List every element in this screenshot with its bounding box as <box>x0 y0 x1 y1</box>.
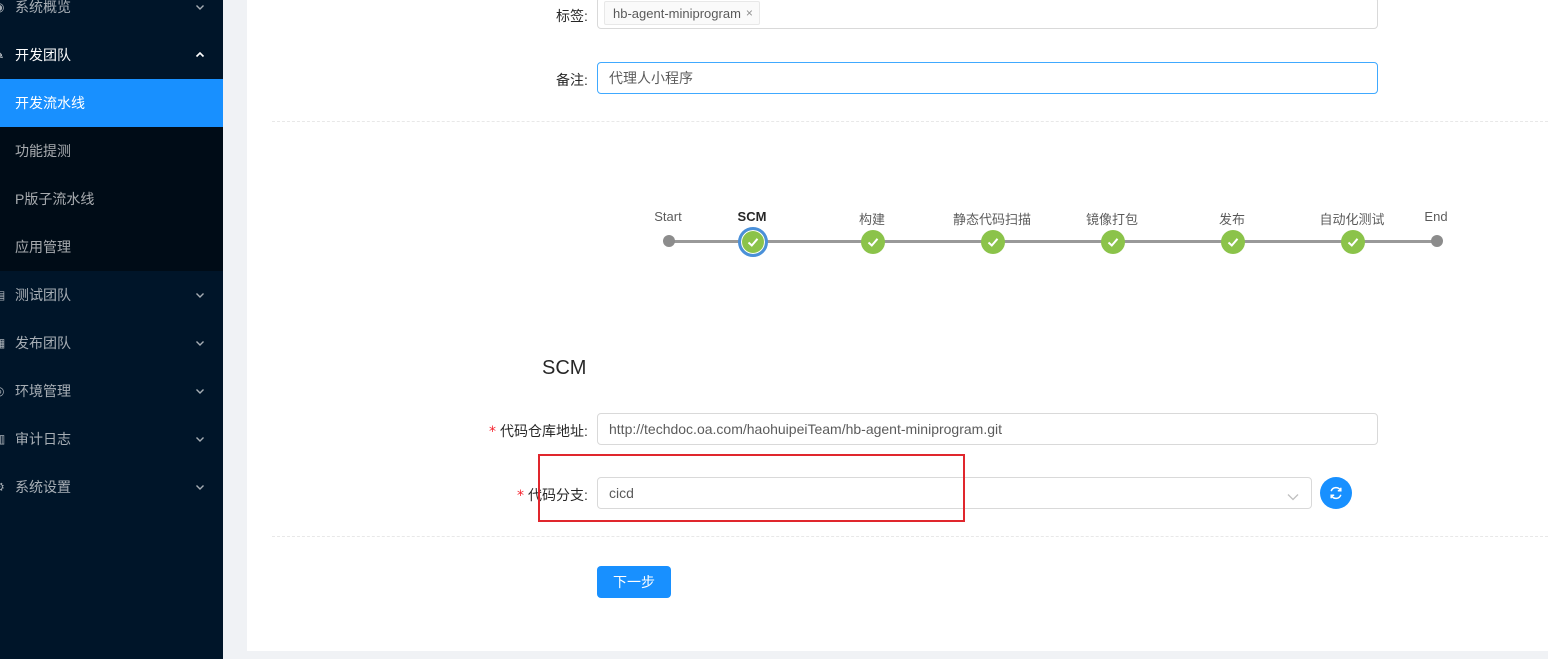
note-label: 备注: <box>556 72 588 88</box>
divider <box>272 536 1548 537</box>
sidebar-item-env-management[interactable]: ◎ 环境管理 <box>0 367 223 415</box>
calendar-icon: ▦ <box>0 336 8 350</box>
refresh-branch-button[interactable] <box>1320 477 1352 509</box>
step-node-end <box>1431 235 1443 247</box>
chevron-down-icon <box>195 2 205 12</box>
step-node-start <box>663 235 675 247</box>
step-label-image-pack: 镜像打包 <box>1085 212 1139 227</box>
dashboard-icon: ◉ <box>0 0 8 14</box>
step-label-end: End <box>1424 209 1448 224</box>
step-node-auto-test[interactable] <box>1341 230 1365 254</box>
chevron-down-icon <box>195 290 205 300</box>
sidebar-item-label: 发布团队 <box>15 335 71 351</box>
tag-item: hb-agent-miniprogram × <box>604 1 760 25</box>
section-title: SCM <box>542 357 587 379</box>
chevron-down-icon <box>195 386 205 396</box>
sidebar: ◉ 系统概览 ✎ 开发团队 开发流水线 功能提测 P版子流水线 应用管理 ▤ 测… <box>0 0 223 659</box>
step-label-start: Start <box>654 209 682 224</box>
repo-label: * 代码仓库地址: <box>489 421 588 441</box>
sidebar-item-dev-team[interactable]: ✎ 开发团队 <box>0 31 223 79</box>
step-label-release: 发布 <box>1218 212 1246 227</box>
sidebar-item-label: 应用管理 <box>15 239 71 255</box>
repo-url-value: http://techdoc.oa.com/haohuipeiTeam/hb-a… <box>609 421 1002 437</box>
sidebar-item-label: 开发团队 <box>15 47 71 63</box>
chevron-down-icon <box>195 338 205 348</box>
check-icon <box>1347 238 1359 247</box>
check-icon <box>1107 238 1119 247</box>
next-step-button[interactable]: 下一步 <box>597 566 671 598</box>
sidebar-item-label: 功能提测 <box>15 143 71 159</box>
step-node-static-scan[interactable] <box>981 230 1005 254</box>
pipeline-form-card <box>247 0 1548 651</box>
sidebar-item-label: 开发流水线 <box>15 95 85 111</box>
sidebar-item-audit-log[interactable]: ▥ 审计日志 <box>0 415 223 463</box>
highlight-box <box>538 454 965 522</box>
sidebar-item-label: 测试团队 <box>15 287 71 303</box>
sidebar-item-dev-pipeline[interactable]: 开发流水线 <box>0 79 223 127</box>
check-icon <box>987 238 999 247</box>
gear-icon: ⚙ <box>0 480 8 494</box>
tag-close-icon[interactable]: × <box>746 6 753 20</box>
repo-url-input[interactable]: http://techdoc.oa.com/haohuipeiTeam/hb-a… <box>597 413 1378 445</box>
sidebar-item-system-settings[interactable]: ⚙ 系统设置 <box>0 463 223 511</box>
check-icon <box>867 238 879 247</box>
chevron-down-icon <box>195 482 205 492</box>
sidebar-item-feature-test[interactable]: 功能提测 <box>0 127 223 175</box>
audit-icon: ▥ <box>0 432 8 446</box>
required-mark: * <box>517 488 524 504</box>
sidebar-item-label: P版子流水线 <box>15 191 95 207</box>
note-input[interactable]: 代理人小程序 <box>597 62 1378 94</box>
code-icon: ✎ <box>0 48 8 62</box>
step-label-build: 构建 <box>858 212 886 227</box>
sidebar-item-label: 系统概览 <box>15 0 71 15</box>
test-icon: ▤ <box>0 288 8 302</box>
sidebar-item-p-sub-pipeline[interactable]: P版子流水线 <box>0 175 223 223</box>
check-icon <box>1227 238 1239 247</box>
chevron-down-icon <box>1287 489 1299 505</box>
sidebar-item-label: 审计日志 <box>15 431 71 447</box>
sidebar-item-label: 系统设置 <box>15 479 71 495</box>
chevron-down-icon <box>195 434 205 444</box>
setting-icon: ◎ <box>0 384 8 398</box>
step-label-scm: SCM <box>737 209 767 224</box>
pipeline-track <box>669 240 1437 243</box>
tag-label: hb-agent-miniprogram <box>613 5 741 21</box>
sidebar-item-app-management[interactable]: 应用管理 <box>0 223 223 271</box>
step-label-static-scan: 静态代码扫描 <box>952 212 1032 227</box>
refresh-icon <box>1330 486 1342 500</box>
sidebar-item-overview[interactable]: ◉ 系统概览 <box>0 0 223 31</box>
chevron-up-icon <box>195 50 205 60</box>
check-icon <box>747 238 759 247</box>
step-node-scm[interactable] <box>738 227 768 257</box>
required-mark: * <box>489 424 496 440</box>
sidebar-item-release-team[interactable]: ▦ 发布团队 <box>0 319 223 367</box>
sidebar-item-test-team[interactable]: ▤ 测试团队 <box>0 271 223 319</box>
note-value: 代理人小程序 <box>609 70 693 86</box>
repo-label-text: 代码仓库地址: <box>500 423 588 439</box>
tags-field[interactable]: hb-agent-miniprogram × <box>597 0 1378 29</box>
step-node-build[interactable] <box>861 230 885 254</box>
step-node-release[interactable] <box>1221 230 1245 254</box>
divider <box>272 121 1548 122</box>
step-label-auto-test: 自动化测试 <box>1319 212 1385 227</box>
sidebar-item-label: 环境管理 <box>15 383 71 399</box>
step-node-image-pack[interactable] <box>1101 230 1125 254</box>
tags-label: 标签: <box>556 8 588 24</box>
